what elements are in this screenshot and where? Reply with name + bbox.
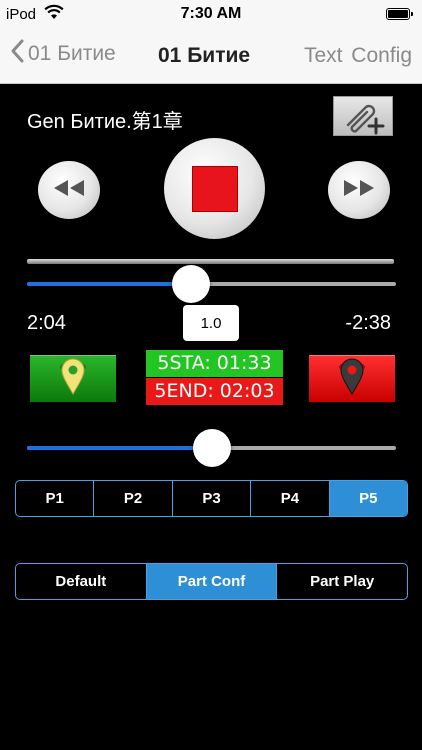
attach-button[interactable] bbox=[333, 96, 393, 136]
rewind-button[interactable] bbox=[38, 161, 100, 219]
navigation-bar: 01 Битие 01 Битие Text Config bbox=[0, 30, 422, 84]
loop-end-time: 5END: 02:03 bbox=[146, 378, 283, 405]
part-option-p1[interactable]: P1 bbox=[16, 481, 93, 516]
mode-option-part-conf[interactable]: Part Conf bbox=[145, 564, 277, 599]
set-end-marker-button[interactable] bbox=[309, 355, 395, 402]
paperclip-plus-icon bbox=[334, 104, 392, 139]
part-selector: P1 P2 P3 P4 P5 bbox=[15, 480, 408, 517]
document-title: Gen Битие.第1章 bbox=[27, 111, 183, 133]
loop-start-time: 5STA: 01:33 bbox=[146, 350, 283, 377]
part-option-p3[interactable]: P3 bbox=[171, 481, 250, 516]
loop-slider-thumb[interactable] bbox=[193, 429, 231, 467]
mode-selector: Default Part Conf Part Play bbox=[15, 563, 408, 600]
set-start-marker-button[interactable] bbox=[30, 355, 116, 402]
part-option-p5[interactable]: P5 bbox=[328, 481, 407, 516]
back-button-label: 01 Битие bbox=[28, 42, 116, 65]
playback-slider-fill bbox=[27, 282, 190, 286]
loop-slider-fill bbox=[27, 446, 212, 450]
text-button[interactable]: Text bbox=[304, 44, 343, 67]
battery-icon bbox=[386, 8, 413, 20]
stop-button[interactable] bbox=[164, 138, 265, 239]
config-button[interactable]: Config bbox=[351, 44, 412, 67]
fast-forward-icon bbox=[342, 178, 376, 203]
map-pin-icon bbox=[337, 358, 367, 401]
mode-option-part-play[interactable]: Part Play bbox=[276, 564, 407, 599]
back-chevron-icon bbox=[10, 39, 28, 69]
loop-range-slider[interactable] bbox=[27, 429, 396, 467]
back-button[interactable]: 01 Битие bbox=[10, 39, 116, 69]
playback-position-slider[interactable] bbox=[27, 265, 396, 303]
status-bar: iPod 7:30 AM bbox=[0, 0, 422, 30]
stop-icon bbox=[191, 165, 238, 212]
part-option-p4[interactable]: P4 bbox=[250, 481, 328, 516]
mode-option-default[interactable]: Default bbox=[16, 564, 146, 599]
speed-selector[interactable]: 1.0 bbox=[183, 305, 239, 341]
progress-track bbox=[27, 259, 394, 264]
status-time: 7:30 AM bbox=[180, 5, 242, 22]
rewind-icon bbox=[52, 178, 86, 203]
nav-title: 01 Битие bbox=[158, 44, 251, 67]
part-option-p2[interactable]: P2 bbox=[93, 481, 171, 516]
elapsed-time: 2:04 bbox=[27, 312, 66, 334]
fast-forward-button[interactable] bbox=[328, 161, 390, 219]
playback-slider-thumb[interactable] bbox=[172, 265, 210, 303]
remaining-time: -2:38 bbox=[345, 312, 391, 334]
map-pin-icon bbox=[58, 358, 88, 401]
nav-right-actions: Text Config bbox=[304, 44, 412, 68]
